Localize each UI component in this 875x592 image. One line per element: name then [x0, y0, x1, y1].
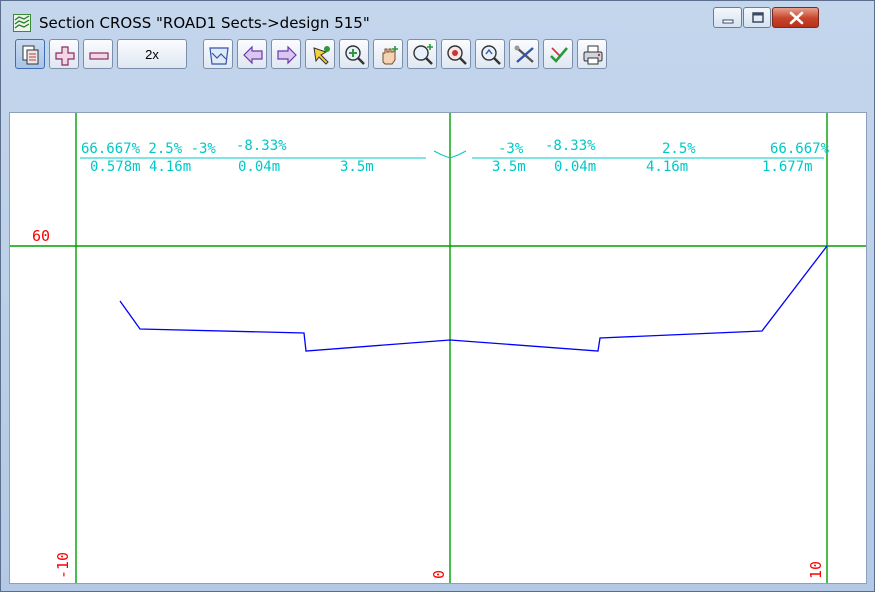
next-section-button[interactable]	[271, 39, 301, 69]
maximize-icon	[752, 12, 764, 23]
left-overlap-width-text: 0.04m	[238, 159, 280, 175]
zoom-add-button[interactable]	[407, 39, 437, 69]
right-width-text: 4.16m	[646, 159, 688, 175]
print-icon	[583, 45, 603, 65]
plus-icon	[55, 46, 75, 66]
minus-icon	[89, 52, 109, 60]
left-width-text: 0.578m 4.16m	[90, 159, 191, 175]
grid-label-10: 10	[807, 561, 825, 579]
right-width-start-text: 3.5m	[492, 159, 526, 175]
section-view-icon	[22, 45, 39, 65]
section-shape-button[interactable]	[203, 39, 233, 69]
section-profile-line	[119, 245, 828, 352]
zoom-extents-icon	[447, 45, 467, 65]
tools-icon	[514, 45, 534, 63]
left-arrow-icon	[243, 45, 263, 65]
grid-label-neg10: -10	[54, 552, 72, 579]
grid-label-60: 60	[32, 227, 50, 245]
close-button[interactable]	[772, 7, 819, 28]
left-width-end-text: 3.5m	[340, 159, 374, 175]
section-app-icon	[13, 14, 31, 32]
minimize-icon	[722, 19, 734, 24]
zoom-out-button[interactable]	[83, 39, 113, 69]
right-overlap-width-text: 0.04m	[554, 159, 596, 175]
right-width-end-text: 1.677m	[762, 159, 813, 175]
scale-label: 2x	[145, 47, 159, 62]
right-grade-end-text: 66.667%	[770, 141, 830, 157]
zoom-button[interactable]	[475, 39, 505, 69]
right-overlap-grade-text: -8.33%	[545, 138, 596, 154]
left-overlap-grade-text: -8.33%	[236, 138, 287, 154]
settings-button[interactable]	[543, 39, 573, 69]
section-plot: 60 -10 0 10 66.667% 2.5% -3% -8.33% 0.57…	[10, 113, 866, 583]
toolbar: 2x	[9, 39, 867, 72]
zoom-window-button[interactable]	[339, 39, 369, 69]
close-icon	[789, 11, 804, 25]
print-button[interactable]	[577, 39, 607, 69]
maximize-button[interactable]	[743, 7, 771, 28]
scale-2x-button[interactable]: 2x	[117, 39, 187, 69]
grid-label-0: 0	[430, 570, 448, 579]
zoom-window-icon	[345, 45, 365, 65]
section-view-button[interactable]	[15, 39, 45, 69]
minimize-button[interactable]	[713, 7, 742, 28]
settings-check-icon	[550, 47, 568, 63]
hand-icon	[382, 46, 398, 65]
pick-tool-button[interactable]	[305, 39, 335, 69]
section-shape-icon	[209, 47, 229, 65]
zoom-extents-button[interactable]	[441, 39, 471, 69]
right-arrow-icon	[277, 45, 297, 65]
pan-button[interactable]	[373, 39, 403, 69]
right-grade-start-text: -3%	[498, 141, 524, 157]
left-grade-text: 66.667% 2.5% -3%	[81, 141, 216, 157]
zoom-icon	[481, 45, 501, 65]
right-grade-text: 2.5%	[662, 141, 696, 157]
section-view-canvas[interactable]: 60 -10 0 10 66.667% 2.5% -3% -8.33% 0.57…	[9, 112, 867, 584]
section-window: Section CROSS "ROAD1 Sects->design 515"	[0, 0, 875, 592]
pick-tool-icon	[313, 46, 330, 65]
previous-section-button[interactable]	[237, 39, 267, 69]
tools-button[interactable]	[509, 39, 539, 69]
zoom-in-button[interactable]	[49, 39, 79, 69]
window-title: Section CROSS "ROAD1 Sects->design 515"	[39, 14, 370, 32]
zoom-add-icon	[413, 44, 433, 65]
